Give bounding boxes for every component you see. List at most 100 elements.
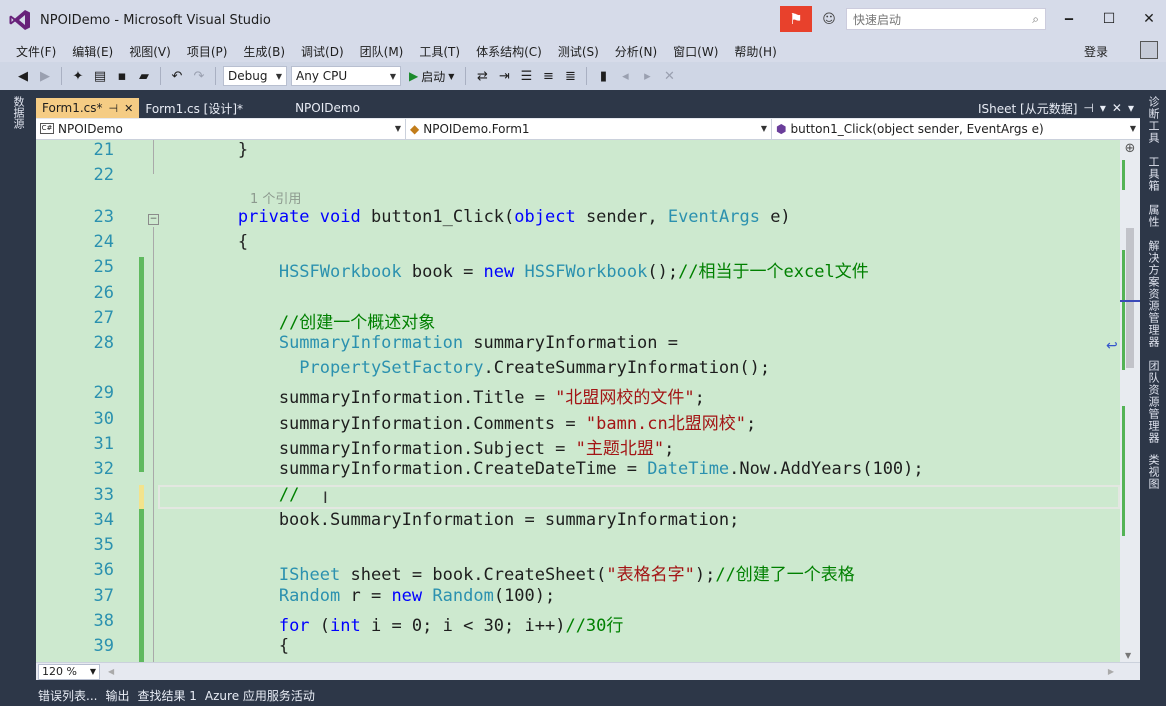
code-token: private bbox=[237, 207, 310, 227]
scrollbar-thumb[interactable] bbox=[1126, 228, 1134, 368]
code-token: (100); bbox=[493, 586, 556, 606]
menu-file[interactable]: 文件(F) bbox=[8, 43, 64, 60]
comment-icon[interactable]: ≡ bbox=[539, 67, 557, 85]
visual-studio-logo-icon bbox=[0, 0, 40, 40]
navigate-forward-icon[interactable]: ▶ bbox=[36, 67, 54, 85]
next-bookmark-icon[interactable]: ▸ bbox=[638, 67, 656, 85]
menu-architecture[interactable]: 体系结构(C) bbox=[468, 43, 550, 60]
quick-launch-input[interactable]: 快速启动 ⌕ bbox=[846, 8, 1046, 30]
tab-find-results[interactable]: 查找结果 1 bbox=[133, 687, 200, 704]
quick-launch-placeholder: 快速启动 bbox=[853, 12, 902, 27]
close-button[interactable]: ✕ bbox=[1132, 6, 1166, 32]
pin-icon[interactable]: ⊣ bbox=[109, 102, 119, 115]
save-icon[interactable]: ▪ bbox=[113, 67, 131, 85]
side-tab-properties[interactable]: 属性 bbox=[1145, 204, 1161, 228]
chevron-down-icon: ▼ bbox=[389, 71, 396, 81]
side-tab-team-explorer[interactable]: 团队资源管理器 bbox=[1145, 360, 1161, 444]
menu-analyze[interactable]: 分析(N) bbox=[607, 43, 665, 60]
navigate-back-icon[interactable]: ◀ bbox=[14, 67, 32, 85]
undo-icon[interactable]: ↶ bbox=[168, 67, 186, 85]
class-dropdown[interactable]: ◆ NPOIDemo.Form1 ▼ bbox=[406, 118, 772, 139]
uncomment-icon[interactable]: ≣ bbox=[561, 67, 579, 85]
browser-link-icon[interactable]: ⇄ bbox=[473, 67, 491, 85]
project-dropdown[interactable]: C# NPOIDemo ▼ bbox=[36, 118, 406, 139]
tab-output[interactable]: 输出 bbox=[101, 687, 133, 704]
line-number: 33 bbox=[93, 485, 114, 505]
menu-help[interactable]: 帮助(H) bbox=[726, 43, 784, 60]
side-tab-diagnostic-tools[interactable]: 诊断工具 bbox=[1145, 96, 1161, 144]
zoom-select[interactable]: 120 % ▼ bbox=[38, 663, 100, 680]
member-value: button1_Click(object sender, EventArgs e… bbox=[790, 121, 1044, 136]
maximize-button[interactable]: ☐ bbox=[1092, 6, 1126, 32]
menu-test[interactable]: 测试(S) bbox=[550, 43, 607, 60]
code-token: ( bbox=[309, 616, 331, 636]
menu-team[interactable]: 团队(M) bbox=[352, 43, 412, 60]
configuration-value: Debug bbox=[228, 69, 268, 83]
menu-build[interactable]: 生成(B) bbox=[235, 43, 293, 60]
tab-form1-designer[interactable]: Form1.cs [设计]* bbox=[139, 98, 249, 118]
solution-platform-select[interactable]: Any CPU ▼ bbox=[291, 66, 401, 86]
clear-bookmarks-icon[interactable]: ✕ bbox=[660, 67, 678, 85]
notification-flag-icon[interactable]: ⚑ bbox=[780, 6, 812, 32]
side-tab-solution-explorer[interactable]: 解决方案资源管理器 bbox=[1145, 240, 1161, 348]
saved-changes-marker bbox=[139, 257, 144, 472]
new-project-icon[interactable]: ✦ bbox=[69, 67, 87, 85]
window-title: NPOIDemo - Microsoft Visual Studio bbox=[40, 12, 271, 28]
bookmark-icon[interactable]: ▮ bbox=[594, 67, 612, 85]
search-icon: ⌕ bbox=[1032, 11, 1039, 26]
menu-window[interactable]: 窗口(W) bbox=[665, 43, 726, 60]
menu-project[interactable]: 项目(P) bbox=[179, 43, 236, 60]
toolbar-separator bbox=[586, 67, 588, 85]
side-tab-class-view[interactable]: 类视图 bbox=[1145, 454, 1161, 490]
preview-tab-isheet[interactable]: ISheet [从元数据] bbox=[978, 100, 1077, 117]
scroll-left-arrow-icon[interactable]: ◀ bbox=[108, 667, 114, 676]
code-token: sender, bbox=[575, 207, 668, 227]
pin-icon[interactable]: ⊣ bbox=[1083, 101, 1093, 115]
save-all-icon[interactable]: ▰ bbox=[135, 67, 153, 85]
menu-edit[interactable]: 编辑(E) bbox=[64, 43, 121, 60]
account-icon[interactable] bbox=[1140, 41, 1158, 59]
step-icon[interactable]: ⇥ bbox=[495, 67, 513, 85]
code-editor[interactable]: − 1 个引用 ↩ I ⊕ ▼ 21 } 22 23 private void bu… bbox=[36, 140, 1140, 662]
code-token: HSSFWorkbook bbox=[278, 262, 402, 282]
tab-error-list[interactable]: 错误列表... bbox=[34, 687, 101, 704]
open-file-icon[interactable]: ▤ bbox=[91, 67, 109, 85]
code-token: object bbox=[514, 207, 576, 227]
tab-azure-app-service[interactable]: Azure 应用服务活动 bbox=[201, 687, 319, 704]
scroll-change-marker bbox=[1122, 250, 1125, 370]
close-icon[interactable]: ✕ bbox=[1112, 101, 1122, 115]
close-icon[interactable]: ✕ bbox=[124, 102, 133, 115]
platform-value: Any CPU bbox=[296, 69, 348, 83]
tab-npoidemo[interactable]: NPOIDemo bbox=[289, 98, 366, 118]
start-debugging-button[interactable]: ▶ 启动 ▼ bbox=[405, 68, 458, 85]
line-number: 35 bbox=[93, 535, 114, 555]
toolbar-separator bbox=[61, 67, 62, 85]
menu-view[interactable]: 视图(V) bbox=[121, 43, 179, 60]
feedback-icon[interactable]: ☺ bbox=[818, 8, 840, 30]
code-token: sheet = book.CreateSheet( bbox=[340, 565, 607, 585]
minimize-button[interactable]: ‒ bbox=[1052, 6, 1086, 32]
side-tab-data-sources[interactable]: 数据源 bbox=[10, 96, 26, 129]
left-tool-strip bbox=[0, 90, 36, 680]
solution-configuration-select[interactable]: Debug ▼ bbox=[223, 66, 287, 86]
previous-bookmark-icon[interactable]: ◂ bbox=[616, 67, 634, 85]
side-tab-toolbox[interactable]: 工具箱 bbox=[1145, 156, 1161, 192]
csharp-project-icon: C# bbox=[40, 123, 54, 134]
codelens-references[interactable]: 1 个引用 bbox=[250, 188, 301, 207]
redo-icon[interactable]: ↷ bbox=[190, 67, 208, 85]
outline-icon[interactable]: ☰ bbox=[517, 67, 535, 85]
line-number: 30 bbox=[93, 409, 114, 429]
chevron-down-icon[interactable]: ▾ bbox=[1128, 101, 1134, 115]
member-dropdown[interactable]: ⬢ button1_Click(object sender, EventArgs… bbox=[772, 118, 1140, 139]
vertical-scrollbar[interactable]: ⊕ ▼ bbox=[1120, 140, 1140, 662]
dropdown-icon[interactable]: ▾ bbox=[1100, 101, 1106, 115]
code-token: "bamn.cn北盟网校" bbox=[585, 414, 746, 434]
split-window-icon[interactable]: ⊕ bbox=[1123, 142, 1137, 156]
login-link[interactable]: 登录 bbox=[1084, 43, 1108, 60]
menu-tools[interactable]: 工具(T) bbox=[411, 43, 468, 60]
tab-form1-cs[interactable]: Form1.cs* ⊣ ✕ bbox=[36, 98, 140, 118]
scroll-right-arrow-icon[interactable]: ▶ bbox=[1108, 667, 1114, 676]
menu-debug[interactable]: 调试(D) bbox=[293, 43, 352, 60]
scroll-down-arrow-icon[interactable]: ▼ bbox=[1125, 651, 1131, 660]
